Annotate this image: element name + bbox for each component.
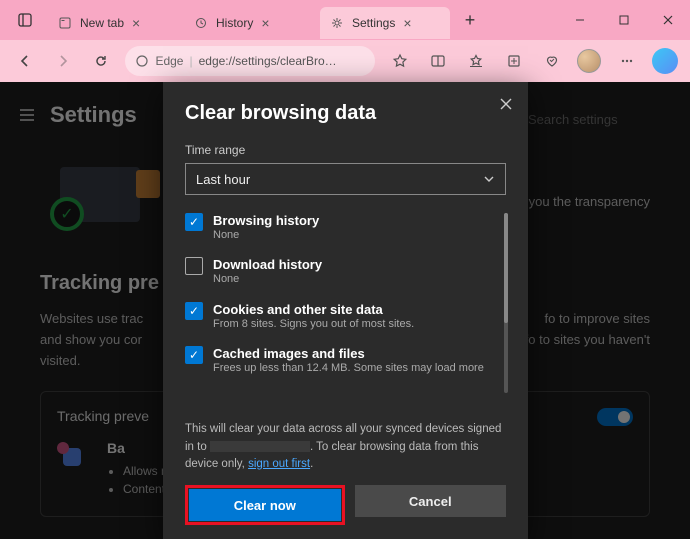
checkbox[interactable]: ✓ bbox=[185, 302, 203, 320]
url-text: edge://settings/clearBro… bbox=[199, 54, 337, 68]
back-button[interactable] bbox=[8, 44, 42, 78]
avatar bbox=[577, 49, 601, 73]
browser-toolbar: Edge | edge://settings/clearBro… bbox=[0, 40, 690, 82]
time-range-select[interactable]: Last hour bbox=[185, 163, 506, 195]
dialog-buttons: Clear now Cancel bbox=[185, 485, 506, 525]
option-title: Browsing history bbox=[213, 213, 319, 228]
scrollbar[interactable] bbox=[504, 213, 508, 393]
dialog-close-button[interactable] bbox=[494, 92, 518, 116]
split-screen-button[interactable] bbox=[421, 44, 455, 78]
checkbox[interactable]: ✓ bbox=[185, 213, 203, 231]
address-bar[interactable]: Edge | edge://settings/clearBro… bbox=[125, 46, 375, 76]
tab-new-tab[interactable]: New tab × bbox=[48, 7, 178, 39]
maximize-button[interactable] bbox=[602, 0, 646, 40]
copilot-button[interactable] bbox=[648, 44, 682, 78]
tab-actions-button[interactable] bbox=[8, 3, 42, 37]
sign-out-link[interactable]: sign out first bbox=[248, 458, 310, 470]
favorites-button[interactable] bbox=[459, 44, 493, 78]
close-icon[interactable]: × bbox=[261, 16, 275, 30]
close-button[interactable] bbox=[646, 0, 690, 40]
option-title: Download history bbox=[213, 257, 322, 272]
window-titlebar: New tab × History × Settings × + bbox=[0, 0, 690, 40]
settings-page: Settings ✓ g you the transparency Tracki… bbox=[0, 82, 690, 539]
more-button[interactable] bbox=[610, 44, 644, 78]
redacted-account bbox=[210, 441, 310, 452]
edge-icon bbox=[135, 54, 149, 68]
clear-browsing-data-dialog: Clear browsing data Time range Last hour… bbox=[163, 82, 528, 539]
checkbox[interactable]: ✓ bbox=[185, 346, 203, 364]
option-subtitle: Frees up less than 12.4 MB. Some sites m… bbox=[213, 361, 484, 376]
tab-label: New tab bbox=[80, 16, 124, 30]
close-icon[interactable]: × bbox=[132, 16, 146, 30]
clear-now-button[interactable]: Clear now bbox=[189, 489, 341, 521]
option-cookies[interactable]: ✓ Cookies and other site data From 8 sit… bbox=[185, 302, 506, 332]
browser-essentials-button[interactable] bbox=[535, 44, 569, 78]
option-title: Cached images and files bbox=[213, 346, 484, 361]
forward-button[interactable] bbox=[46, 44, 80, 78]
tab-settings[interactable]: Settings × bbox=[320, 7, 450, 39]
history-icon bbox=[194, 16, 208, 30]
url-scheme-label: Edge bbox=[155, 54, 183, 68]
refresh-button[interactable] bbox=[84, 44, 118, 78]
option-cache[interactable]: ✓ Cached images and files Frees up less … bbox=[185, 346, 506, 376]
sync-disclaimer: This will clear your data across all you… bbox=[185, 421, 506, 473]
page-icon bbox=[58, 16, 72, 30]
option-download-history[interactable]: Download history None bbox=[185, 257, 506, 287]
gear-icon bbox=[330, 16, 344, 30]
tab-history[interactable]: History × bbox=[184, 7, 314, 39]
option-subtitle: From 8 sites. Signs you out of most site… bbox=[213, 317, 414, 332]
copilot-icon bbox=[652, 48, 678, 74]
time-range-label: Time range bbox=[185, 143, 506, 157]
option-subtitle: None bbox=[213, 272, 322, 287]
tab-label: Settings bbox=[352, 16, 395, 30]
tab-strip: New tab × History × Settings × + bbox=[0, 0, 492, 40]
options-list: ✓ Browsing history None Download history… bbox=[185, 213, 506, 391]
minimize-button[interactable] bbox=[558, 0, 602, 40]
option-browsing-history[interactable]: ✓ Browsing history None bbox=[185, 213, 506, 243]
profile-button[interactable] bbox=[573, 44, 607, 78]
checkbox[interactable] bbox=[185, 257, 203, 275]
select-value: Last hour bbox=[196, 172, 250, 187]
window-controls bbox=[558, 0, 690, 40]
collections-button[interactable] bbox=[497, 44, 531, 78]
option-subtitle: None bbox=[213, 228, 319, 243]
favorite-button[interactable] bbox=[383, 44, 417, 78]
new-tab-button[interactable]: + bbox=[456, 10, 484, 31]
tab-label: History bbox=[216, 16, 253, 30]
chevron-down-icon bbox=[483, 173, 495, 185]
close-icon[interactable]: × bbox=[403, 16, 417, 30]
option-title: Cookies and other site data bbox=[213, 302, 414, 317]
highlight-box: Clear now bbox=[185, 485, 345, 525]
cancel-button[interactable]: Cancel bbox=[355, 485, 507, 517]
dialog-title: Clear browsing data bbox=[185, 102, 506, 125]
